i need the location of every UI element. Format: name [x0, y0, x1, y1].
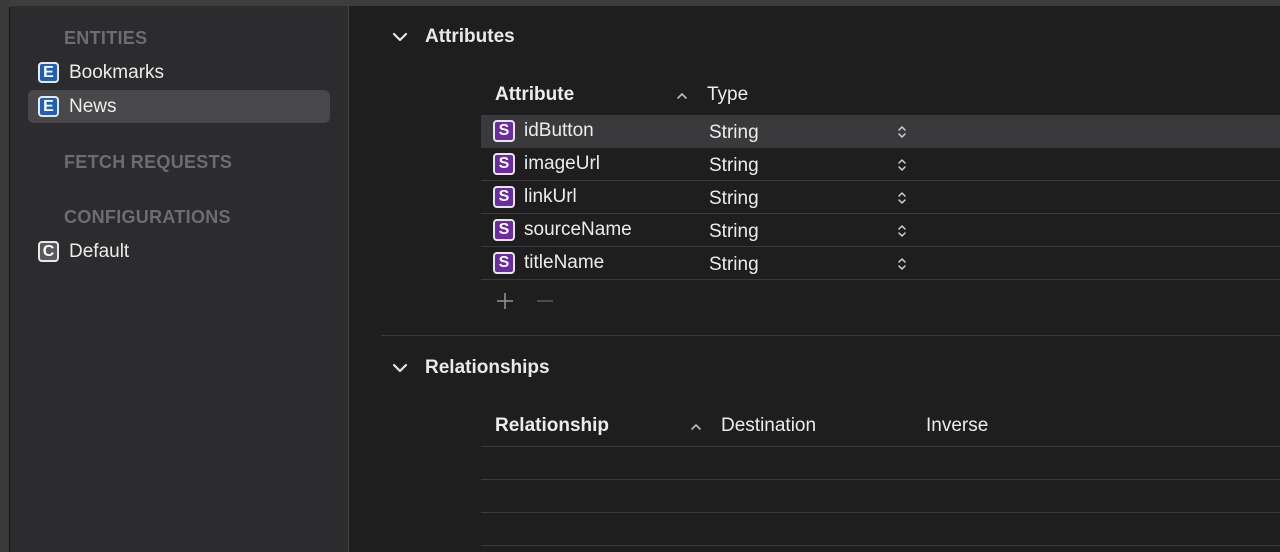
- attribute-type[interactable]: String: [709, 150, 759, 182]
- sort-ascending-icon[interactable]: [689, 420, 703, 434]
- empty-table-row: [481, 480, 1280, 513]
- string-type-icon: S: [493, 219, 515, 241]
- relationships-title: Relationships: [425, 357, 550, 378]
- sidebar-item-label: News: [69, 95, 117, 117]
- empty-table-row: [481, 447, 1280, 480]
- column-header-inverse[interactable]: Inverse: [926, 406, 988, 446]
- table-row[interactable]: S sourceName String: [481, 214, 1280, 247]
- table-row[interactable]: S titleName String: [481, 247, 1280, 280]
- add-remove-controls: [495, 291, 555, 311]
- attribute-type[interactable]: String: [709, 183, 759, 215]
- sidebar-item-bookmarks[interactable]: E Bookmarks: [28, 56, 330, 89]
- window-edge: [0, 0, 10, 552]
- section-divider: [381, 335, 1280, 336]
- type-popup-chevrons-icon[interactable]: [895, 256, 909, 272]
- column-header-attribute[interactable]: Attribute: [495, 75, 574, 115]
- sidebar-item-default[interactable]: C Default: [28, 235, 330, 268]
- string-type-icon: S: [493, 153, 515, 175]
- attributes-disclosure[interactable]: Attributes: [391, 26, 515, 48]
- string-type-icon: S: [493, 120, 515, 142]
- sort-ascending-icon[interactable]: [675, 89, 689, 103]
- attributes-table: Attribute Type S idButton String S image…: [481, 75, 1280, 280]
- string-type-icon: S: [493, 252, 515, 274]
- sidebar-item-news[interactable]: E News: [28, 90, 330, 123]
- entity-editor: Attributes Attribute Type S idButton Str…: [349, 6, 1280, 552]
- column-header-destination[interactable]: Destination: [721, 406, 816, 446]
- type-popup-chevrons-icon[interactable]: [895, 124, 909, 140]
- attribute-name[interactable]: sourceName: [524, 214, 632, 246]
- relationships-table-header: Relationship Destination Inverse: [481, 406, 1280, 447]
- chevron-down-icon: [392, 32, 408, 42]
- attribute-type[interactable]: String: [709, 117, 759, 149]
- attribute-name[interactable]: titleName: [524, 247, 604, 279]
- remove-attribute-button[interactable]: [535, 291, 555, 311]
- section-header-entities: ENTITIES: [64, 28, 148, 48]
- relationships-disclosure[interactable]: Relationships: [391, 357, 550, 379]
- chevron-down-icon: [392, 363, 408, 373]
- sidebar-item-label: Bookmarks: [69, 61, 165, 83]
- column-header-type[interactable]: Type: [707, 75, 748, 115]
- sidebar: ENTITIES E Bookmarks E News FETCH REQUES…: [10, 6, 349, 552]
- configuration-icon: C: [38, 241, 59, 262]
- type-popup-chevrons-icon[interactable]: [895, 157, 909, 173]
- attribute-name[interactable]: linkUrl: [524, 181, 577, 213]
- attributes-title: Attributes: [425, 26, 515, 47]
- table-row[interactable]: S linkUrl String: [481, 181, 1280, 214]
- attribute-type[interactable]: String: [709, 216, 759, 248]
- sidebar-item-label: Default: [69, 240, 130, 262]
- add-attribute-button[interactable]: [495, 291, 515, 311]
- table-row[interactable]: S idButton String: [481, 115, 1280, 148]
- relationships-table: Relationship Destination Inverse: [481, 406, 1280, 546]
- column-header-relationship[interactable]: Relationship: [495, 406, 609, 446]
- empty-table-row: [481, 513, 1280, 546]
- section-header-configurations: CONFIGURATIONS: [64, 207, 231, 227]
- attribute-type[interactable]: String: [709, 249, 759, 281]
- section-header-fetch-requests: FETCH REQUESTS: [64, 152, 233, 172]
- attribute-name[interactable]: idButton: [524, 115, 594, 147]
- entity-icon: E: [38, 62, 59, 83]
- attribute-name[interactable]: imageUrl: [524, 148, 600, 180]
- attributes-table-header: Attribute Type: [481, 75, 1280, 115]
- type-popup-chevrons-icon[interactable]: [895, 223, 909, 239]
- string-type-icon: S: [493, 186, 515, 208]
- entity-icon: E: [38, 96, 59, 117]
- table-row[interactable]: S imageUrl String: [481, 148, 1280, 181]
- type-popup-chevrons-icon[interactable]: [895, 190, 909, 206]
